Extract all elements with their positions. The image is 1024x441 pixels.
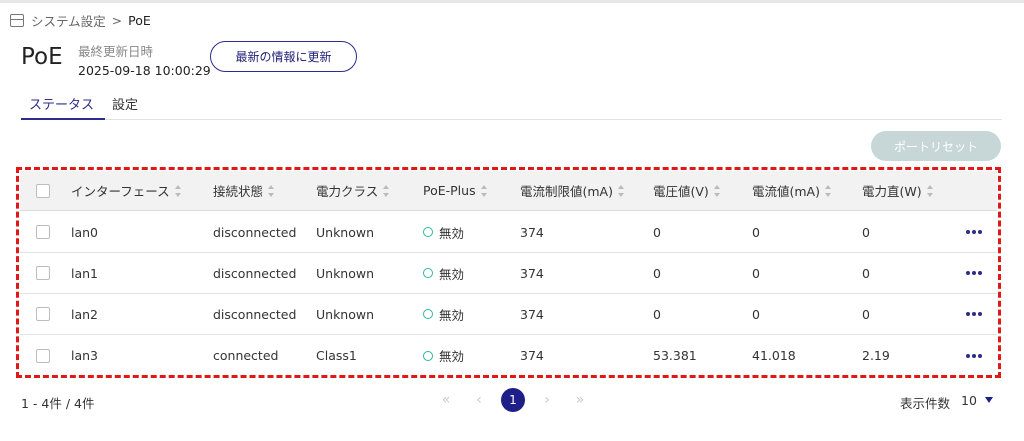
sort-icon[interactable] (617, 184, 625, 197)
cell-poe-plus: 無効 (423, 253, 464, 293)
refresh-button[interactable]: 最新の情報に更新 (210, 41, 357, 72)
cell-interface: lan1 (71, 265, 99, 281)
top-border (0, 0, 1024, 3)
port-reset-button[interactable]: ポートリセット (871, 131, 1001, 161)
cell-current-limit: 374 (520, 348, 544, 363)
sort-icon[interactable] (268, 184, 275, 197)
more-options-icon[interactable] (966, 253, 982, 293)
last-updated-value: 2025-09-18 10:00:29 (78, 63, 211, 78)
status-circle-icon (423, 350, 433, 361)
column-header-connection[interactable]: 接続状態 (213, 171, 275, 210)
row-checkbox[interactable] (36, 307, 50, 321)
row-checkbox[interactable] (36, 225, 50, 239)
row-checkbox[interactable] (36, 348, 50, 363)
column-header-power-class[interactable]: 電力クラス (316, 171, 390, 210)
cell-poe-plus: 無効 (423, 294, 464, 334)
cell-current-limit: 374 (520, 306, 544, 322)
sort-icon[interactable] (824, 184, 832, 197)
table-header: インターフェース 接続状態 電力クラス PoE-Plus 電流制限値(mA) 電… (20, 171, 997, 211)
last-updated-label: 最終更新日時 (78, 44, 154, 59)
cell-power-class: Unknown (316, 306, 375, 322)
cell-interface: lan2 (71, 306, 99, 322)
breadcrumb-parent[interactable]: システム設定 (31, 11, 106, 30)
sort-icon[interactable] (480, 184, 488, 197)
cell-voltage: 0 (653, 224, 661, 240)
sort-icon[interactable] (174, 184, 182, 197)
status-circle-icon (423, 309, 433, 319)
record-count: 1 - 4件 / 4件 (21, 396, 95, 411)
cell-connection: connected (213, 348, 279, 363)
cell-current: 0 (752, 265, 760, 281)
sort-icon[interactable] (383, 184, 390, 197)
cell-voltage: 0 (653, 265, 661, 281)
cell-connection: disconnected (213, 224, 297, 240)
more-options-icon[interactable] (966, 335, 982, 376)
cell-connection: disconnected (213, 265, 297, 281)
table-row: lan0 disconnected Unknown 無効 374 0 0 0 (20, 212, 997, 253)
more-options-icon[interactable] (966, 294, 982, 334)
tab-status[interactable]: ステータス (21, 96, 105, 120)
column-header-voltage[interactable]: 電圧値(V) (653, 171, 721, 210)
page-title: PoE (21, 44, 63, 70)
tab-settings[interactable]: 設定 (112, 96, 138, 120)
cell-current: 41.018 (752, 348, 796, 363)
pagination: « ‹ 1 › » (435, 388, 602, 412)
prev-page-icon[interactable]: ‹ (468, 392, 490, 408)
next-page-icon[interactable]: › (536, 392, 558, 408)
cell-connection: disconnected (213, 306, 297, 322)
cell-poe-plus: 無効 (423, 335, 464, 376)
breadcrumb-current: PoE (128, 13, 151, 28)
cell-current: 0 (752, 224, 760, 240)
first-page-icon[interactable]: « (435, 392, 457, 408)
poe-status-table: インターフェース 接続状態 電力クラス PoE-Plus 電流制限値(mA) 電… (20, 171, 997, 374)
cell-poe-plus: 無効 (423, 212, 464, 252)
breadcrumb: システム設定 > PoE (10, 11, 151, 30)
breadcrumb-separator: > (111, 13, 123, 28)
table-row: lan3 connected Class1 無効 374 53.381 41.0… (20, 335, 997, 376)
last-page-icon[interactable]: » (569, 392, 591, 408)
column-header-power[interactable]: 電力直(W) (862, 171, 934, 210)
page-number-current[interactable]: 1 (501, 388, 525, 412)
cell-current-limit: 374 (520, 265, 544, 281)
row-checkbox[interactable] (36, 266, 50, 280)
cell-power-class: Class1 (316, 348, 357, 363)
cell-power-class: Unknown (316, 265, 375, 281)
column-header-current[interactable]: 電流値(mA) (752, 171, 832, 210)
status-circle-icon (423, 227, 433, 237)
table-row: lan1 disconnected Unknown 無効 374 0 0 0 (20, 253, 997, 294)
cell-voltage: 53.381 (653, 348, 697, 363)
sort-icon[interactable] (713, 184, 721, 197)
select-all-checkbox[interactable] (36, 183, 50, 198)
column-header-poe-plus[interactable]: PoE-Plus (423, 171, 488, 210)
cell-power: 2.19 (862, 348, 890, 363)
sort-icon[interactable] (926, 184, 934, 197)
table-row: lan2 disconnected Unknown 無効 374 0 0 0 (20, 294, 997, 335)
more-options-icon[interactable] (966, 212, 982, 252)
status-circle-icon (423, 268, 433, 278)
tab-bar: ステータス 設定 (21, 96, 1002, 120)
cell-power-class: Unknown (316, 224, 375, 240)
column-header-interface[interactable]: インターフェース (71, 171, 182, 210)
cell-voltage: 0 (653, 306, 661, 322)
cell-current: 0 (752, 306, 760, 322)
column-header-current-limit[interactable]: 電流制限値(mA) (520, 171, 625, 210)
server-icon (10, 14, 24, 27)
per-page-label: 表示件数 (900, 396, 951, 411)
per-page-select[interactable]: 10 (961, 393, 977, 408)
cell-power: 0 (862, 224, 870, 240)
cell-interface: lan0 (71, 224, 99, 240)
caret-down-icon[interactable] (985, 397, 993, 403)
cell-interface: lan3 (71, 348, 99, 363)
cell-power: 0 (862, 265, 870, 281)
cell-power: 0 (862, 306, 870, 322)
cell-current-limit: 374 (520, 224, 544, 240)
